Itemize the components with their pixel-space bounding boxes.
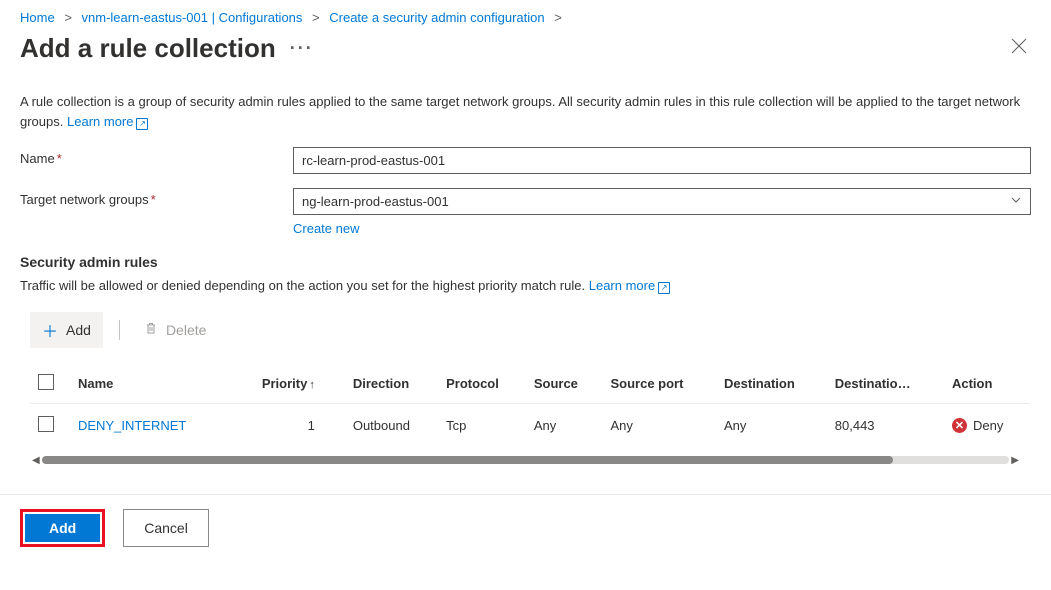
name-input[interactable]	[293, 147, 1031, 174]
page-title: Add a rule collection ···	[20, 33, 314, 64]
scroll-left-icon[interactable]: ◀	[30, 455, 42, 466]
rules-section-title: Security admin rules	[20, 254, 1031, 270]
col-name[interactable]: Name	[70, 364, 229, 404]
scroll-thumb[interactable]	[42, 456, 893, 464]
breadcrumb-home[interactable]: Home	[20, 10, 55, 25]
name-label: Name*	[20, 147, 293, 166]
breadcrumb-sep: >	[554, 10, 562, 25]
cell-dest-port: 80,443	[827, 403, 944, 447]
add-button[interactable]: Add	[25, 514, 100, 542]
plus-icon: ＋	[42, 318, 58, 342]
col-protocol[interactable]: Protocol	[438, 364, 526, 404]
cell-action: Deny	[973, 418, 1003, 433]
col-priority[interactable]: Priority↑	[229, 364, 345, 404]
toolbar-divider	[119, 320, 120, 340]
cell-protocol: Tcp	[438, 403, 526, 447]
table-row[interactable]: DENY_INTERNET 1 Outbound Tcp Any Any Any…	[30, 403, 1030, 447]
chevron-down-icon	[1010, 194, 1022, 209]
rule-name-link[interactable]: DENY_INTERNET	[78, 418, 186, 433]
cell-direction: Outbound	[345, 403, 438, 447]
close-icon[interactable]	[1007, 34, 1031, 63]
cell-priority: 1	[229, 403, 345, 447]
breadcrumb-configs[interactable]: vnm-learn-eastus-001 | Configurations	[82, 10, 303, 25]
more-icon[interactable]: ···	[290, 38, 314, 59]
row-checkbox[interactable]	[38, 416, 54, 432]
target-groups-label: Target network groups*	[20, 188, 293, 207]
cell-source-port: Any	[602, 403, 716, 447]
cancel-button[interactable]: Cancel	[123, 509, 209, 547]
col-source[interactable]: Source	[526, 364, 603, 404]
trash-icon	[144, 321, 158, 338]
add-button-highlight: Add	[20, 509, 105, 547]
description: A rule collection is a group of security…	[20, 92, 1031, 131]
rules-table: Name Priority↑ Direction Protocol Source…	[30, 364, 1030, 447]
horizontal-scrollbar[interactable]: ◀ ▶	[30, 455, 1021, 466]
cell-source: Any	[526, 403, 603, 447]
deny-icon: ✕	[952, 418, 967, 433]
learn-more-link[interactable]: Learn more	[67, 114, 148, 129]
col-dest-port[interactable]: Destinatio…	[827, 364, 944, 404]
rules-learn-more-link[interactable]: Learn more	[589, 278, 670, 293]
add-rule-button[interactable]: ＋ Add	[30, 312, 103, 348]
delete-rule-button[interactable]: Delete	[136, 315, 214, 344]
col-action[interactable]: Action	[944, 364, 1030, 404]
col-direction[interactable]: Direction	[345, 364, 438, 404]
cell-destination: Any	[716, 403, 827, 447]
create-new-link[interactable]: Create new	[293, 221, 359, 236]
breadcrumb-sep: >	[312, 10, 320, 25]
breadcrumb-sep: >	[64, 10, 72, 25]
breadcrumb-create[interactable]: Create a security admin configuration	[329, 10, 544, 25]
breadcrumb: Home > vnm-learn-eastus-001 | Configurat…	[20, 0, 1031, 33]
target-groups-select[interactable]: ng-learn-prod-eastus-001	[293, 188, 1031, 215]
select-all-checkbox[interactable]	[38, 374, 54, 390]
col-destination[interactable]: Destination	[716, 364, 827, 404]
col-source-port[interactable]: Source port	[602, 364, 716, 404]
rules-section-desc: Traffic will be allowed or denied depend…	[20, 276, 1031, 296]
scroll-right-icon[interactable]: ▶	[1009, 455, 1021, 466]
